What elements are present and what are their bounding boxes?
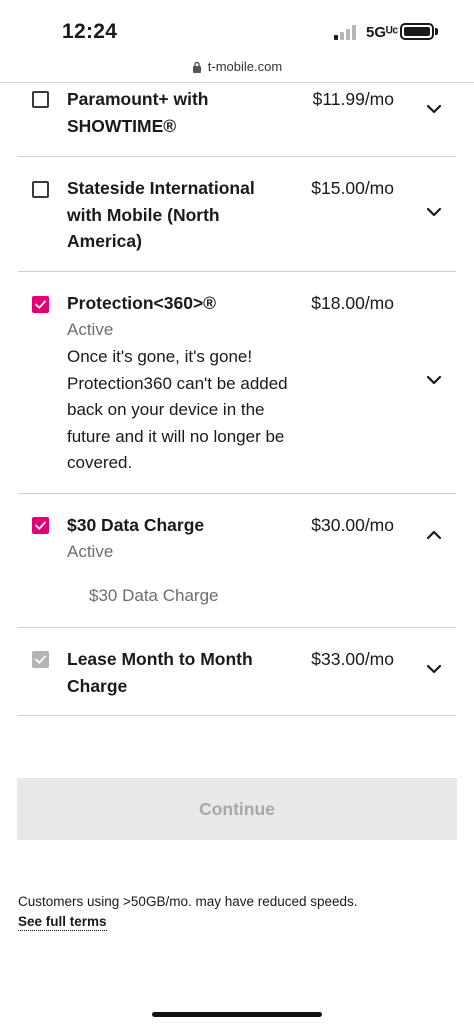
checkmark-icon [35, 521, 46, 530]
home-indicator[interactable] [152, 1012, 322, 1017]
addon-checkbox-paramount[interactable] [32, 91, 49, 108]
addon-price-data-charge: $30.00/mo [311, 515, 394, 535]
addon-checkbox-stateside[interactable] [32, 181, 49, 198]
addon-price-paramount: $11.99/mo [312, 89, 394, 109]
status-time: 12:24 [62, 20, 118, 43]
row-divider [18, 271, 456, 272]
addon-checkbox-protection360[interactable] [32, 296, 49, 313]
addon-name-data-charge: $30 Data Charge [67, 515, 205, 535]
cellular-signal-icon [334, 24, 360, 40]
addon-detail-data-charge: $30 Data Charge [89, 586, 219, 605]
addon-warning-protection360: Once it's gone, it's gone! Protection360… [67, 347, 288, 472]
addon-checkbox-lease [32, 651, 49, 668]
checkmark-icon [35, 300, 46, 309]
row-divider [18, 156, 456, 157]
lock-icon [192, 61, 201, 73]
chevron-down-icon[interactable] [426, 664, 442, 674]
battery-icon [400, 23, 434, 40]
battery-cap [435, 28, 438, 35]
addon-price-protection360: $18.00/mo [311, 293, 394, 313]
row-divider [18, 627, 456, 628]
addon-price-lease: $33.00/mo [311, 649, 394, 669]
row-divider [18, 493, 456, 494]
see-full-terms-link[interactable]: See full terms [18, 914, 107, 931]
continue-button[interactable]: Continue [17, 778, 457, 840]
addon-name-lease: Lease Month to Month Charge [67, 649, 253, 696]
addon-name-paramount: Paramount+ with SHOWTIME® [67, 89, 209, 136]
addon-name-protection360: Protection<360>® [67, 293, 217, 313]
checkmark-icon [35, 655, 46, 664]
status-bar: 12:24 5Gᵁᶜ [0, 0, 474, 56]
browser-url-bar[interactable]: t-mobile.com [0, 56, 474, 82]
addon-status-data-charge: Active [67, 542, 114, 561]
chevron-down-icon[interactable] [426, 104, 442, 114]
url-text: t-mobile.com [207, 59, 283, 74]
addon-checkbox-data-charge[interactable] [32, 517, 49, 534]
addon-name-stateside: Stateside International with Mobile (Nor… [67, 178, 255, 251]
speed-disclaimer: Customers using >50GB/mo. may have reduc… [18, 894, 358, 909]
chevron-down-icon[interactable] [426, 207, 442, 217]
chevron-down-icon[interactable] [426, 375, 442, 385]
addon-price-stateside: $15.00/mo [311, 178, 394, 198]
chevron-up-icon[interactable] [426, 530, 442, 540]
network-type: 5Gᵁᶜ [366, 24, 399, 41]
row-divider [18, 715, 456, 716]
header-divider [0, 82, 474, 83]
addon-status-protection360: Active [67, 320, 114, 339]
